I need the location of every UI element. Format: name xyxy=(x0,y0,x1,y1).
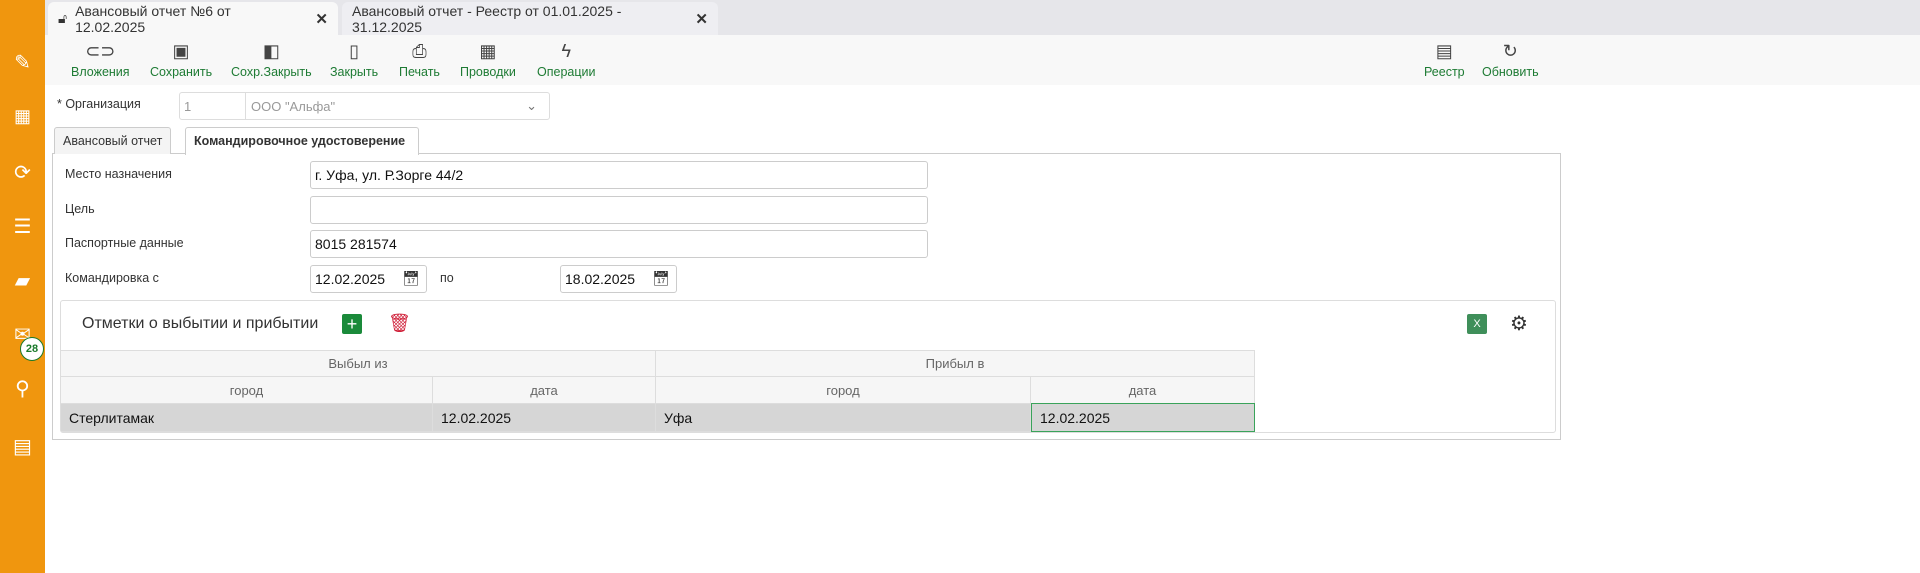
print-icon: ⎙ xyxy=(412,41,427,61)
label: Операции xyxy=(537,65,596,79)
label: Закрыть xyxy=(330,65,379,79)
purpose-label: Цель xyxy=(65,202,95,216)
save-close-icon: ◧ xyxy=(262,41,280,61)
destination-label: Место назначения xyxy=(65,167,172,181)
close-button[interactable]: ▯ Закрыть xyxy=(330,41,378,79)
list-download-icon[interactable]: ☰ xyxy=(0,214,45,239)
tab-travel-certificate[interactable]: Командировочное удостоверение xyxy=(185,127,419,155)
trash-icon[interactable]: 🗑︎ xyxy=(388,313,411,334)
trip-from-label: Командировка с xyxy=(65,271,159,285)
unlock-icon: 🔓︎ xyxy=(58,10,68,26)
calendar-icon[interactable]: 📅︎ xyxy=(402,270,420,287)
label: Реестр xyxy=(1424,65,1465,79)
qr-icon[interactable]: ▦ xyxy=(0,106,45,127)
registry-button[interactable]: ▤ Реестр xyxy=(1424,41,1465,79)
mail-badge: 28 xyxy=(20,337,44,361)
tab-advance-report-form[interactable]: Авансовый отчет xyxy=(54,127,172,154)
label: Сохранить xyxy=(150,65,213,79)
column-header-date[interactable]: дата xyxy=(433,377,656,404)
label: Проводки xyxy=(460,65,516,79)
save-icon: ▣ xyxy=(172,41,190,61)
cell-departure-city[interactable]: Стерлитамак xyxy=(61,404,433,432)
purpose-input[interactable] xyxy=(310,196,928,224)
attachments-button[interactable]: ⊂⊃ Вложения xyxy=(71,41,130,79)
tab-advance-report[interactable]: 🔓︎ Авансовый отчет №6 от 12.02.2025 ✕ xyxy=(48,2,338,35)
column-header-date[interactable]: дата xyxy=(1031,377,1255,404)
save-button[interactable]: ▣ Сохранить xyxy=(150,41,212,79)
lightning-icon: ϟ xyxy=(561,41,571,61)
date-value: 18.02.2025 xyxy=(565,271,636,287)
label: Печать xyxy=(399,65,440,79)
chevron-down-icon[interactable]: ⌄ xyxy=(514,93,549,119)
date-value: 12.02.2025 xyxy=(315,271,386,287)
trip-to-label: по xyxy=(440,271,454,285)
paperclip-icon: ⊂⊃ xyxy=(85,41,116,61)
calculator-icon: ▦ xyxy=(479,41,497,61)
close-icon[interactable]: ✕ xyxy=(695,10,708,28)
group-header-departed: Выбыл из xyxy=(61,350,656,377)
print-button[interactable]: ⎙ Печать xyxy=(399,41,440,79)
label: Сохр.Закрыть xyxy=(231,65,312,79)
calendar-icon[interactable]: ▤ xyxy=(0,434,45,459)
passport-input[interactable]: 8015 281574 xyxy=(310,230,928,258)
sidebar: ✎ ▦ ⟳ ☰ ▰ ✉ 28 ⚲ ▤ xyxy=(0,0,45,573)
grid-title: Отметки о выбытии и прибытии xyxy=(82,315,319,332)
sync-icon[interactable]: ⟳ xyxy=(0,160,45,185)
registry-icon: ▤ xyxy=(1435,41,1453,61)
column-header-city[interactable]: город xyxy=(656,377,1031,404)
organization-code: 1 xyxy=(180,93,246,119)
postings-button[interactable]: ▦ Проводки xyxy=(460,41,516,79)
label: Вложения xyxy=(71,65,130,79)
excel-export-button[interactable]: X xyxy=(1467,314,1487,334)
close-icon[interactable]: ✕ xyxy=(315,10,328,28)
destination-input[interactable]: г. Уфа, ул. Р.Зорге 44/2 xyxy=(310,161,928,189)
group-header-arrived: Прибыл в xyxy=(656,350,1255,377)
folder-icon[interactable]: ▰ xyxy=(0,268,45,293)
refresh-icon: ↻ xyxy=(1502,41,1518,61)
label: Обновить xyxy=(1482,65,1539,79)
document-tabs: 🔓︎ Авансовый отчет №6 от 12.02.2025 ✕ Ав… xyxy=(45,0,1920,35)
door-icon: ▯ xyxy=(349,41,360,61)
add-row-button[interactable]: + xyxy=(342,314,362,334)
organization-name: ООО "Альфа" xyxy=(251,99,336,114)
cell-departure-date[interactable]: 12.02.2025 xyxy=(433,404,656,432)
passport-label: Паспортные данные xyxy=(65,236,184,250)
save-close-button[interactable]: ◧ Сохр.Закрыть xyxy=(231,41,312,79)
toolbar: ⊂⊃ Вложения ▣ Сохранить ◧ Сохр.Закрыть ▯ Зак… xyxy=(45,35,1920,85)
column-header-city[interactable]: город xyxy=(61,377,433,404)
tab-registry[interactable]: Авансовый отчет - Реестр от 01.01.2025 -… xyxy=(342,2,718,35)
gear-icon[interactable]: ⚙ xyxy=(1510,311,1528,336)
calendar-icon[interactable]: 📅︎ xyxy=(652,270,670,287)
refresh-button[interactable]: ↻ Обновить xyxy=(1482,41,1539,79)
search-icon[interactable]: ⚲ xyxy=(0,376,45,401)
tab-label: Авансовый отчет - Реестр от 01.01.2025 -… xyxy=(352,2,622,35)
operations-button[interactable]: ϟ Операции xyxy=(537,41,595,79)
edit-icon[interactable]: ✎ xyxy=(0,50,45,75)
cell-arrival-date[interactable]: 12.02.2025 xyxy=(1031,403,1255,432)
cell-arrival-city[interactable]: Уфа xyxy=(656,404,1031,432)
trip-from-date[interactable]: 12.02.2025 📅︎ xyxy=(310,265,427,293)
organization-select[interactable]: 1 ООО "Альфа" ⌄ xyxy=(179,92,550,120)
trip-to-date[interactable]: 18.02.2025 📅︎ xyxy=(560,265,677,293)
organization-label: * Организация xyxy=(57,97,141,111)
tab-label: Авансовый отчет №6 от 12.02.2025 xyxy=(75,2,231,35)
